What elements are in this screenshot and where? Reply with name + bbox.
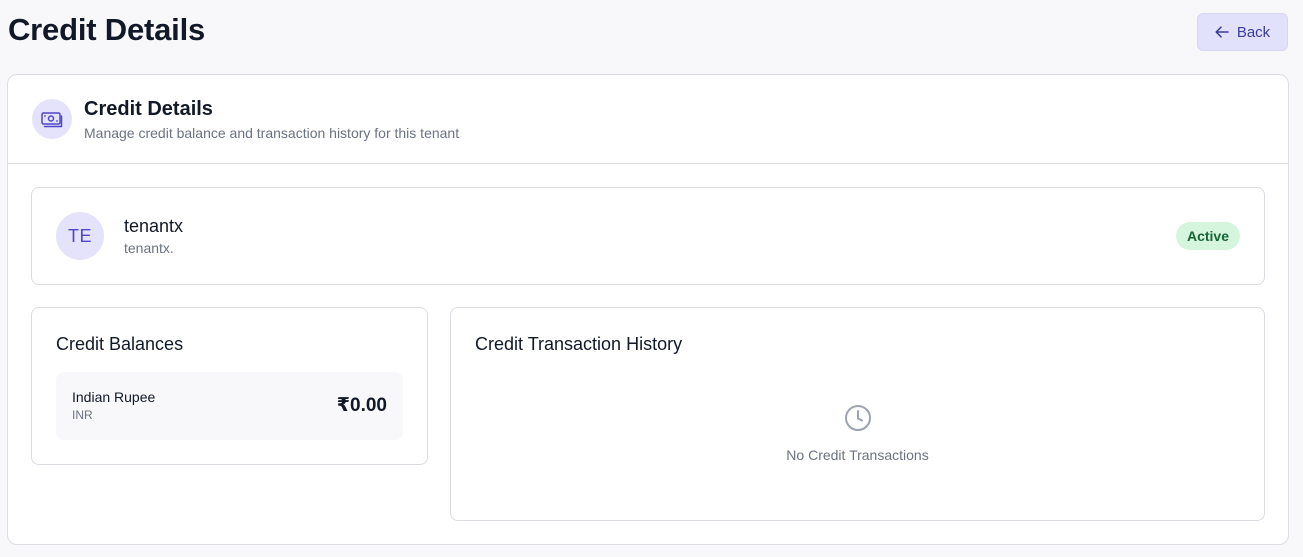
page-title: Credit Details: [8, 12, 206, 47]
back-button[interactable]: Back: [1197, 13, 1288, 51]
tenant-card: TE tenantx tenantx. Active: [31, 187, 1265, 285]
arrow-left-icon: [1215, 26, 1229, 38]
banknote-icon: [32, 99, 72, 139]
credit-details-card: Credit Details Manage credit balance and…: [7, 74, 1289, 545]
credit-balances-title: Credit Balances: [56, 334, 184, 354]
currency-code: INR: [72, 408, 93, 422]
empty-state-text: No Credit Transactions: [786, 447, 929, 463]
credit-history-card: Credit Transaction History No Credit Tra…: [450, 307, 1265, 521]
balance-amount: ₹0.00: [336, 395, 387, 416]
card-header: Credit Details Manage credit balance and…: [8, 75, 1288, 164]
currency-name: Indian Rupee: [72, 389, 156, 405]
balance-row: Indian Rupee INR ₹0.00: [56, 372, 403, 440]
credit-balances-card: Credit Balances Indian Rupee INR ₹0.00: [31, 307, 428, 465]
card-title: Credit Details: [84, 98, 213, 120]
status-badge: Active: [1175, 222, 1240, 250]
tenant-subtitle: tenantx.: [124, 240, 174, 256]
card-subtitle: Manage credit balance and transaction hi…: [84, 125, 460, 141]
back-button-label: Back: [1236, 23, 1271, 41]
credit-history-title: Credit Transaction History: [475, 334, 683, 354]
tenant-name: tenantx: [124, 216, 184, 236]
avatar: TE: [56, 212, 104, 260]
clock-icon: [844, 404, 872, 437]
empty-state: No Credit Transactions: [451, 404, 1264, 463]
